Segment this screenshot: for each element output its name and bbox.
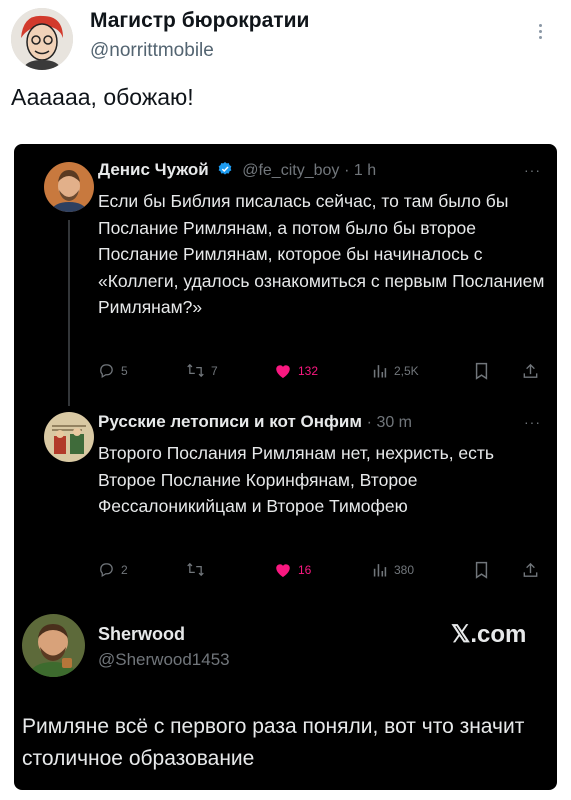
retweet-button[interactable]: 7 bbox=[186, 362, 218, 379]
author-handle[interactable]: @fe_city_boy bbox=[242, 162, 339, 179]
tweet-time[interactable]: 30 m bbox=[376, 414, 412, 431]
share-button[interactable] bbox=[522, 362, 539, 380]
outer-avatar[interactable] bbox=[11, 8, 73, 70]
reply-icon bbox=[100, 364, 113, 379]
tweet-header: Русские летописи и кот Онфим · 30 m bbox=[98, 412, 413, 431]
embedded-screenshot: Денис Чужой @fe_city_boy · 1 h ··· Если … bbox=[14, 144, 557, 790]
outer-author-name[interactable]: Магистр бюрократии bbox=[90, 9, 309, 33]
retweet-button[interactable] bbox=[186, 561, 205, 578]
bookmark-button[interactable] bbox=[474, 362, 489, 380]
like-button[interactable]: 132 bbox=[274, 362, 318, 379]
share-icon bbox=[523, 363, 538, 378]
x-logo: 𝕏.com bbox=[451, 621, 527, 648]
reply-icon bbox=[100, 563, 113, 578]
views-count: 380 bbox=[394, 562, 415, 577]
avatar[interactable] bbox=[44, 162, 94, 212]
tweet-header: Денис Чужой @fe_city_boy · 1 h bbox=[98, 160, 377, 179]
reply-count: 2 bbox=[121, 562, 128, 577]
reply-button[interactable]: 5 bbox=[98, 362, 128, 379]
bottom-author-handle[interactable]: @Sherwood1453 bbox=[98, 650, 230, 670]
bookmark-icon bbox=[475, 561, 488, 579]
outer-author-handle[interactable]: @norrittmobile bbox=[90, 40, 214, 62]
tweet-text: Второго Послания Римлянам нет, нехристь,… bbox=[98, 443, 495, 516]
avatar-illustration-icon bbox=[11, 8, 73, 70]
heart-icon bbox=[276, 564, 290, 577]
avatar-photo-icon bbox=[44, 162, 94, 212]
bottom-tweet-text: Римляне всё с первого раза поняли, вот ч… bbox=[22, 715, 525, 770]
more-icon[interactable] bbox=[537, 24, 543, 44]
author-name[interactable]: Денис Чужой bbox=[98, 160, 209, 179]
outer-tweet-header: Магистр бюрократии @norrittmobile bbox=[0, 0, 571, 80]
avatar-character-icon bbox=[22, 614, 85, 677]
tweet-actions: 5 7 132 2,5K bbox=[98, 362, 548, 382]
heart-icon bbox=[276, 365, 290, 378]
author-name[interactable]: Русские летописи и кот Онфим bbox=[98, 412, 362, 431]
outer-tweet-text: Аааааа, обожаю! bbox=[11, 84, 194, 110]
reply-count: 5 bbox=[121, 363, 128, 378]
tweet-actions: 2 16 380 bbox=[98, 561, 548, 581]
views-button[interactable]: 2,5K bbox=[372, 362, 419, 379]
like-count: 16 bbox=[298, 562, 312, 577]
avatar-manuscript-icon bbox=[44, 412, 94, 462]
avatar[interactable] bbox=[44, 412, 94, 462]
bookmark-icon bbox=[475, 362, 488, 380]
like-count: 132 bbox=[298, 363, 319, 378]
retweet-icon bbox=[187, 363, 204, 378]
bottom-author-name[interactable]: Sherwood bbox=[98, 624, 185, 645]
reply-button[interactable]: 2 bbox=[98, 561, 128, 578]
verified-icon bbox=[219, 162, 232, 175]
views-icon bbox=[373, 564, 387, 577]
share-button[interactable] bbox=[522, 561, 539, 579]
like-button[interactable]: 16 bbox=[274, 561, 311, 578]
retweet-count: 7 bbox=[211, 363, 218, 378]
avatar[interactable] bbox=[22, 614, 85, 677]
more-icon[interactable]: ··· bbox=[524, 162, 541, 178]
views-button[interactable]: 380 bbox=[372, 561, 414, 578]
views-icon bbox=[373, 365, 387, 378]
tweet-time[interactable]: 1 h bbox=[354, 162, 376, 179]
bookmark-button[interactable] bbox=[474, 561, 489, 579]
more-icon[interactable]: ··· bbox=[524, 414, 541, 430]
share-icon bbox=[523, 562, 538, 577]
views-count: 2,5K bbox=[394, 363, 419, 378]
tweet-text: Если бы Библия писалась сейчас, то там б… bbox=[98, 191, 545, 317]
thread-line bbox=[68, 220, 70, 406]
retweet-icon bbox=[187, 562, 204, 577]
